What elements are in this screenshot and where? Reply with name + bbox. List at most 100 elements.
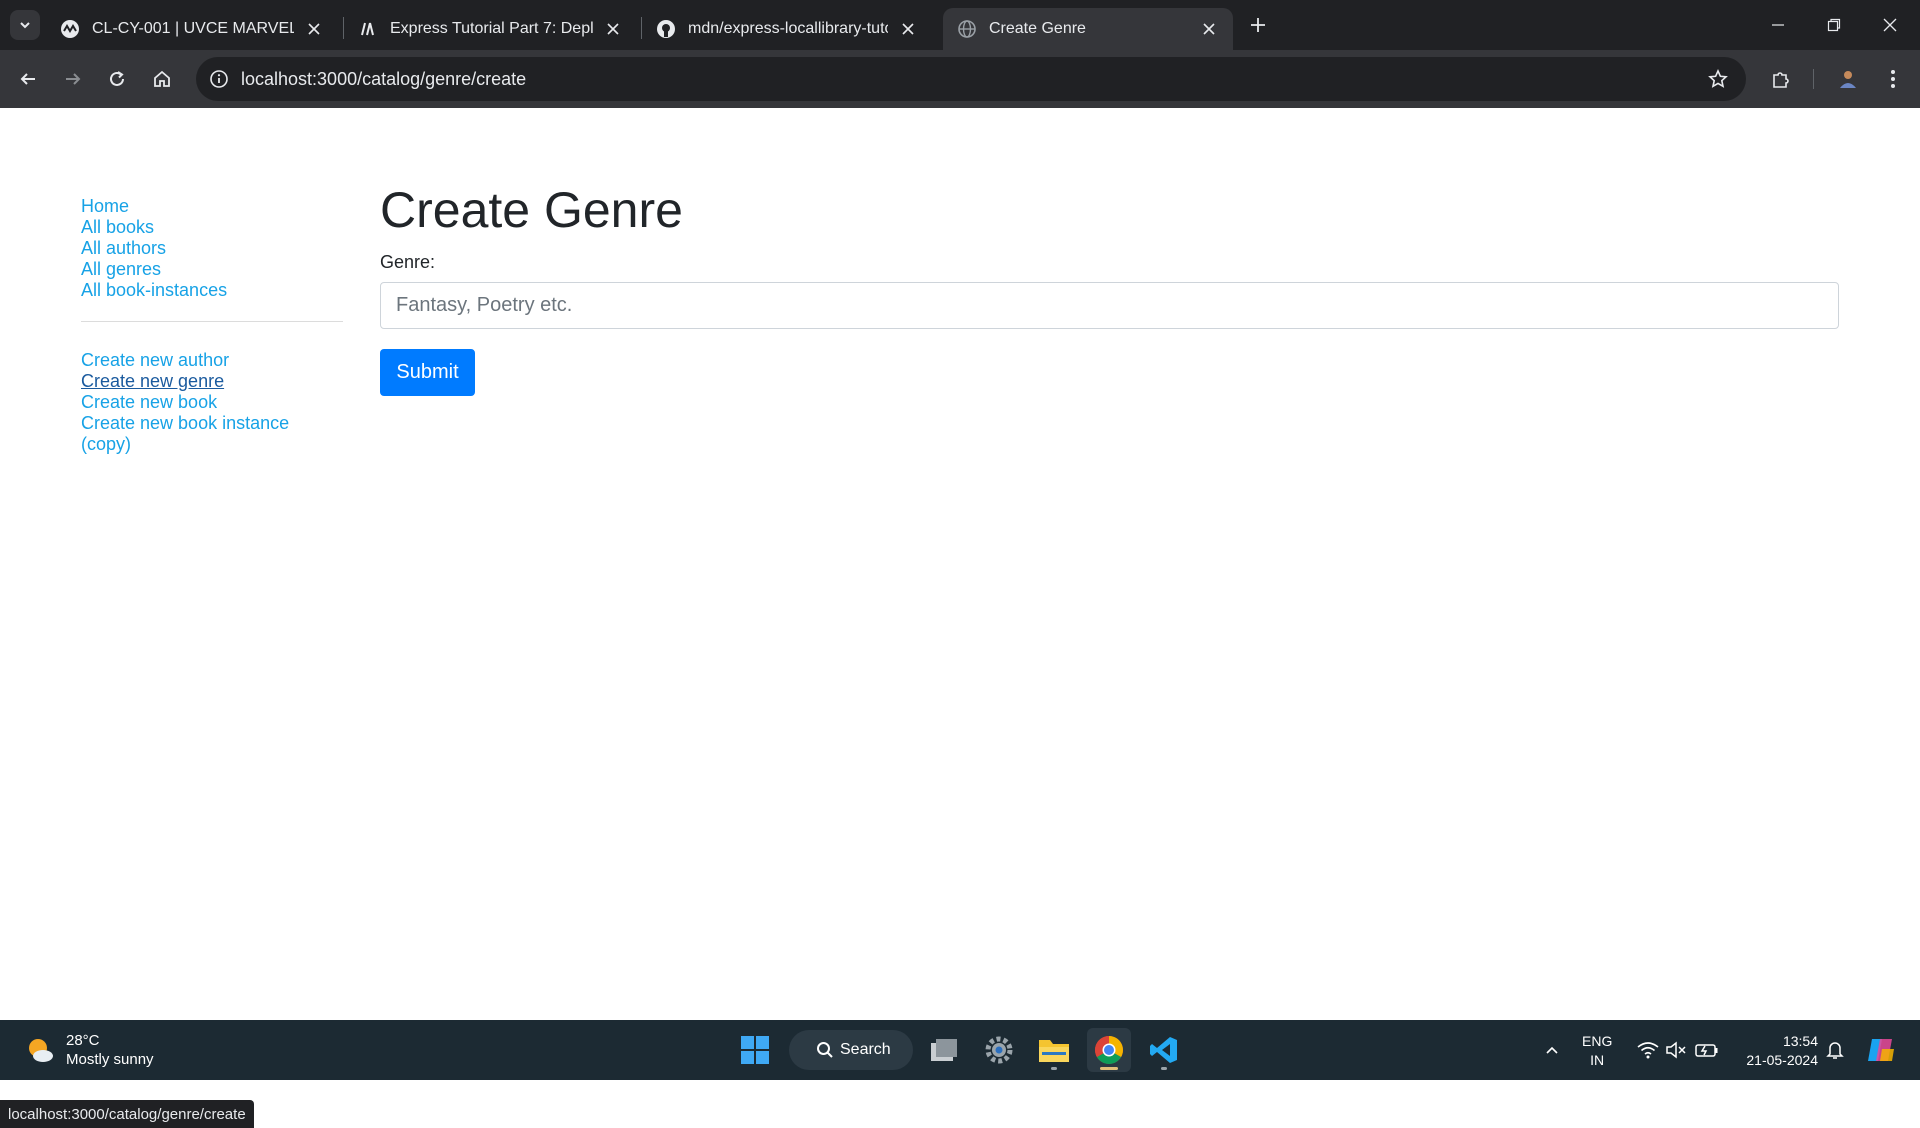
main-content: Create Genre Genre: Submit bbox=[380, 172, 1840, 396]
taskbar-file-explorer[interactable] bbox=[1032, 1028, 1076, 1072]
close-icon[interactable] bbox=[304, 19, 324, 39]
start-button[interactable] bbox=[733, 1028, 777, 1072]
page-title: Create Genre bbox=[380, 182, 683, 238]
tab-marvel[interactable]: CL-CY-001 | UVCE MARVEL bbox=[46, 8, 338, 50]
chevron-up-icon bbox=[1546, 1046, 1558, 1054]
forward-button[interactable] bbox=[56, 62, 90, 96]
sidebar-link-home[interactable]: Home bbox=[81, 196, 343, 217]
extensions-button[interactable] bbox=[1764, 62, 1798, 96]
vscode-icon bbox=[1150, 1037, 1177, 1063]
tab-express-tutorial[interactable]: Express Tutorial Part 7: Deployin bbox=[344, 8, 637, 50]
sidebar-link-all-books[interactable]: All books bbox=[81, 217, 343, 238]
profile-button[interactable] bbox=[1831, 62, 1865, 96]
reload-icon bbox=[110, 71, 124, 86]
home-button[interactable] bbox=[145, 62, 179, 96]
create-genre-form: Genre: Submit bbox=[380, 252, 1840, 396]
menu-button[interactable] bbox=[1876, 62, 1910, 96]
system-clock[interactable]: 13:54 21-05-2024 bbox=[1746, 1032, 1818, 1070]
running-indicator bbox=[1161, 1067, 1167, 1070]
taskbar-chrome[interactable] bbox=[1087, 1028, 1131, 1072]
tab-title: CL-CY-001 | UVCE MARVEL bbox=[92, 20, 294, 37]
tab-title: Create Genre bbox=[989, 20, 1086, 37]
submit-button[interactable]: Submit bbox=[380, 349, 475, 396]
clock-time: 13:54 bbox=[1782, 1033, 1818, 1049]
tab-create-genre[interactable]: Create Genre bbox=[943, 8, 1233, 50]
sidebar-link-create-book[interactable]: Create new book bbox=[81, 392, 343, 413]
github-icon bbox=[656, 19, 676, 39]
sidebar-divider bbox=[81, 321, 343, 322]
bookmark-star-icon[interactable] bbox=[1704, 65, 1732, 93]
puzzle-icon bbox=[1773, 72, 1789, 88]
minimize-button[interactable] bbox=[1750, 0, 1806, 50]
plus-icon bbox=[1251, 18, 1265, 32]
sidebar-link-all-book-instances[interactable]: All book-instances bbox=[81, 280, 343, 301]
close-window-button[interactable] bbox=[1862, 0, 1918, 50]
copilot-icon[interactable] bbox=[1866, 1035, 1896, 1065]
taskbar-search-label: Search bbox=[840, 1041, 891, 1058]
language-indicator[interactable]: ENG IN bbox=[1582, 1032, 1612, 1070]
taskbar-search[interactable]: Search bbox=[789, 1030, 913, 1070]
taskbar-vscode[interactable] bbox=[1142, 1028, 1186, 1072]
notification-bell-icon[interactable] bbox=[1823, 1038, 1847, 1062]
arrow-right-icon bbox=[66, 73, 81, 85]
toolbar-divider bbox=[1813, 69, 1814, 89]
weather-widget[interactable]: 28°C Mostly sunny bbox=[24, 1030, 154, 1070]
link-status-bar: localhost:3000/catalog/genre/create bbox=[0, 1100, 254, 1128]
site-info-icon[interactable] bbox=[204, 64, 234, 94]
close-icon bbox=[1883, 18, 1897, 32]
sidebar-link-all-genres[interactable]: All genres bbox=[81, 259, 343, 280]
new-tab-button[interactable] bbox=[1245, 12, 1271, 38]
wifi-icon[interactable] bbox=[1636, 1038, 1660, 1062]
arrow-left-icon bbox=[20, 73, 35, 85]
running-indicator bbox=[1051, 1067, 1057, 1070]
tab-search-button[interactable] bbox=[10, 10, 40, 40]
address-bar[interactable]: localhost:3000/catalog/genre/create bbox=[196, 57, 1746, 101]
weather-desc: Mostly sunny bbox=[66, 1051, 154, 1068]
battery-icon[interactable] bbox=[1695, 1038, 1719, 1062]
minimize-icon bbox=[1772, 24, 1784, 26]
windows-taskbar: 28°C Mostly sunny Search ENG IN 13:54 21… bbox=[0, 1020, 1920, 1080]
genre-input[interactable] bbox=[380, 282, 1839, 329]
close-icon[interactable] bbox=[1199, 19, 1219, 39]
genre-label: Genre: bbox=[380, 252, 436, 272]
taskbar-task-view[interactable] bbox=[922, 1028, 966, 1072]
volume-muted-icon[interactable] bbox=[1664, 1038, 1688, 1062]
show-hidden-icons[interactable] bbox=[1540, 1038, 1564, 1062]
tab-title: mdn/express-locallibrary-tutori bbox=[688, 20, 888, 37]
sidebar-link-create-book-instance[interactable]: Create new book instance (copy) bbox=[81, 413, 343, 455]
avatar bbox=[1840, 71, 1856, 88]
sidebar-nav: Home All books All authors All genres Al… bbox=[81, 196, 343, 455]
marvel-logo-icon bbox=[60, 19, 80, 39]
taskbar-settings[interactable] bbox=[977, 1028, 1021, 1072]
windows-logo-icon bbox=[741, 1036, 769, 1064]
chevron-down-icon bbox=[20, 22, 30, 29]
weather-temp: 28°C bbox=[66, 1032, 100, 1049]
task-view-icon bbox=[931, 1039, 957, 1061]
browser-tab-strip: CL-CY-001 | UVCE MARVEL Express Tutorial… bbox=[0, 0, 1920, 50]
running-indicator bbox=[1100, 1067, 1118, 1070]
tab-title: Express Tutorial Part 7: Deployin bbox=[390, 20, 593, 37]
close-icon[interactable] bbox=[898, 19, 918, 39]
clock-date: 21-05-2024 bbox=[1746, 1052, 1818, 1068]
sun-cloud-icon bbox=[29, 1039, 53, 1062]
restore-button[interactable] bbox=[1806, 0, 1862, 50]
kebab-menu-icon bbox=[1891, 70, 1895, 88]
sidebar-link-create-genre[interactable]: Create new genre bbox=[81, 371, 343, 392]
browser-toolbar: localhost:3000/catalog/genre/create bbox=[0, 50, 1920, 108]
page-viewport: Home All books All authors All genres Al… bbox=[0, 108, 1920, 1128]
language-code: ENG bbox=[1582, 1033, 1613, 1049]
weather-text: 28°C Mostly sunny bbox=[66, 1031, 154, 1069]
mdn-logo-icon bbox=[358, 19, 378, 39]
home-icon bbox=[154, 70, 170, 87]
close-icon[interactable] bbox=[603, 19, 623, 39]
sidebar-link-create-author[interactable]: Create new author bbox=[81, 350, 343, 371]
restore-icon bbox=[1827, 18, 1841, 32]
tab-github-repo[interactable]: mdn/express-locallibrary-tutori bbox=[642, 8, 932, 50]
chrome-icon bbox=[1095, 1036, 1123, 1064]
search-icon bbox=[817, 1042, 833, 1058]
back-button[interactable] bbox=[11, 62, 45, 96]
sidebar-link-all-authors[interactable]: All authors bbox=[81, 238, 343, 259]
reload-button[interactable] bbox=[100, 62, 134, 96]
url-text[interactable]: localhost:3000/catalog/genre/create bbox=[241, 69, 526, 90]
folder-icon bbox=[1039, 1040, 1069, 1062]
